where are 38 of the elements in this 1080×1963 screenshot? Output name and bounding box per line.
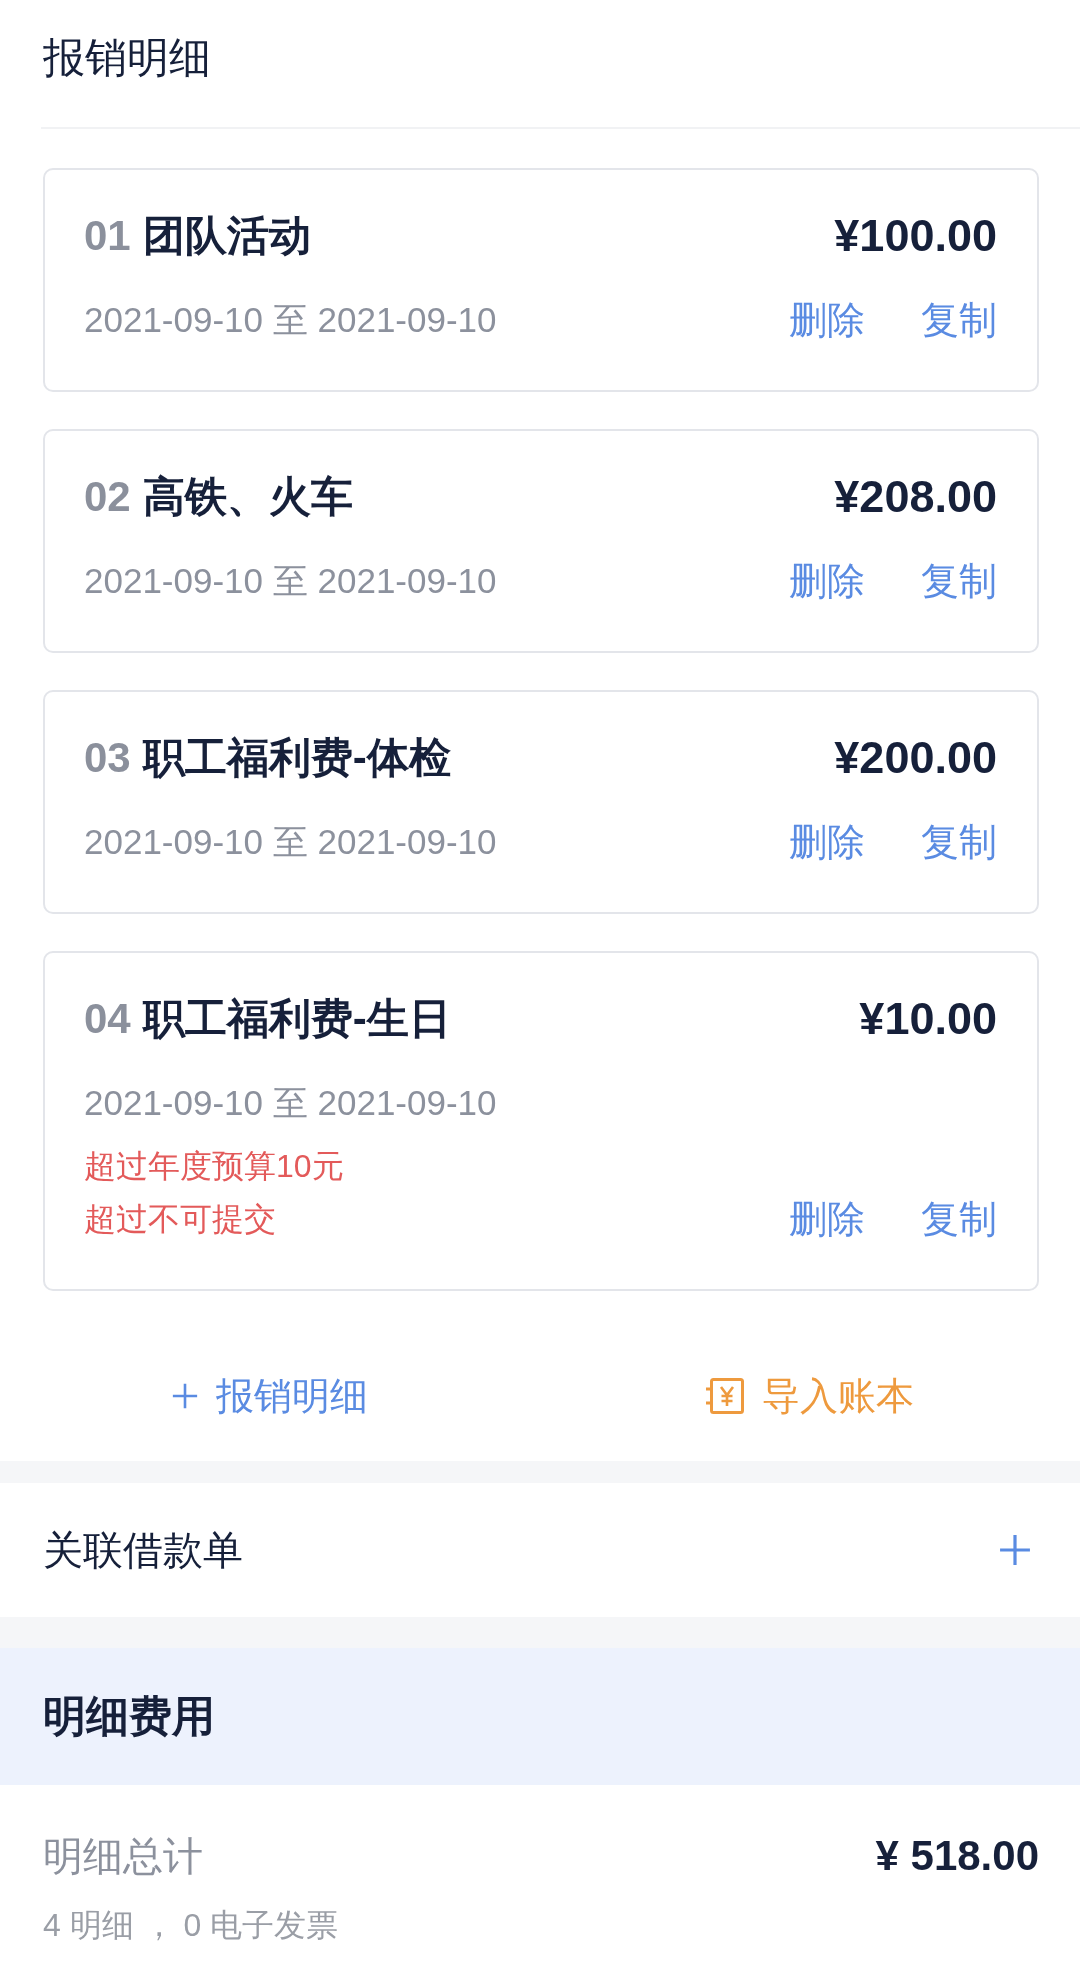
linked-loan-label: 关联借款单 — [43, 1526, 243, 1574]
total-label: 明细总计 — [43, 1832, 203, 1880]
add-item-button[interactable]: 报销明细 — [172, 1368, 368, 1424]
delete-button[interactable]: 删除 — [789, 554, 865, 608]
plus-icon — [172, 1383, 198, 1409]
item-title: 职工福利费-体检 — [142, 733, 451, 783]
item-title: 职工福利费-生日 — [142, 994, 451, 1044]
total-amount: ¥ 518.00 — [875, 1832, 1039, 1880]
date-range: 2021-09-10 至 2021-09-10 — [84, 821, 497, 863]
copy-button[interactable]: 复制 — [921, 293, 997, 347]
warning-text: 超过不可提交 — [84, 1200, 276, 1239]
warning-text: 超过年度预算10元 — [84, 1147, 344, 1186]
delete-button[interactable]: 删除 — [789, 815, 865, 869]
count-text: 4 明细 ， 0 电子发票 — [43, 1906, 339, 1945]
item-number: 03 — [84, 734, 131, 782]
summary-title: 明细费用 — [43, 1690, 215, 1742]
delete-button[interactable]: 删除 — [789, 1192, 865, 1246]
item-amount: ¥208.00 — [834, 471, 997, 523]
delete-button[interactable]: 删除 — [789, 293, 865, 347]
item-number: 01 — [84, 212, 131, 260]
item-amount: ¥10.00 — [859, 993, 997, 1045]
item-title: 高铁、火车 — [142, 472, 353, 522]
copy-button[interactable]: 复制 — [921, 815, 997, 869]
item-number: 04 — [84, 995, 131, 1043]
copy-button[interactable]: 复制 — [921, 554, 997, 608]
plus-icon — [999, 1534, 1031, 1566]
import-ledger-button[interactable]: 导入账本 — [706, 1368, 914, 1424]
section-title: 报销明细 — [43, 33, 211, 83]
date-range: 2021-09-10 至 2021-09-10 — [84, 560, 497, 602]
add-loan-button[interactable] — [999, 1534, 1031, 1566]
copy-button[interactable]: 复制 — [921, 1192, 997, 1246]
ledger-yen-icon — [706, 1377, 744, 1415]
item-amount: ¥200.00 — [834, 732, 997, 784]
item-title: 团队活动 — [142, 211, 311, 261]
date-range: 2021-09-10 至 2021-09-10 — [84, 299, 497, 341]
date-range: 2021-09-10 至 2021-09-10 — [84, 1082, 497, 1124]
item-number: 02 — [84, 473, 131, 521]
item-amount: ¥100.00 — [834, 210, 997, 262]
